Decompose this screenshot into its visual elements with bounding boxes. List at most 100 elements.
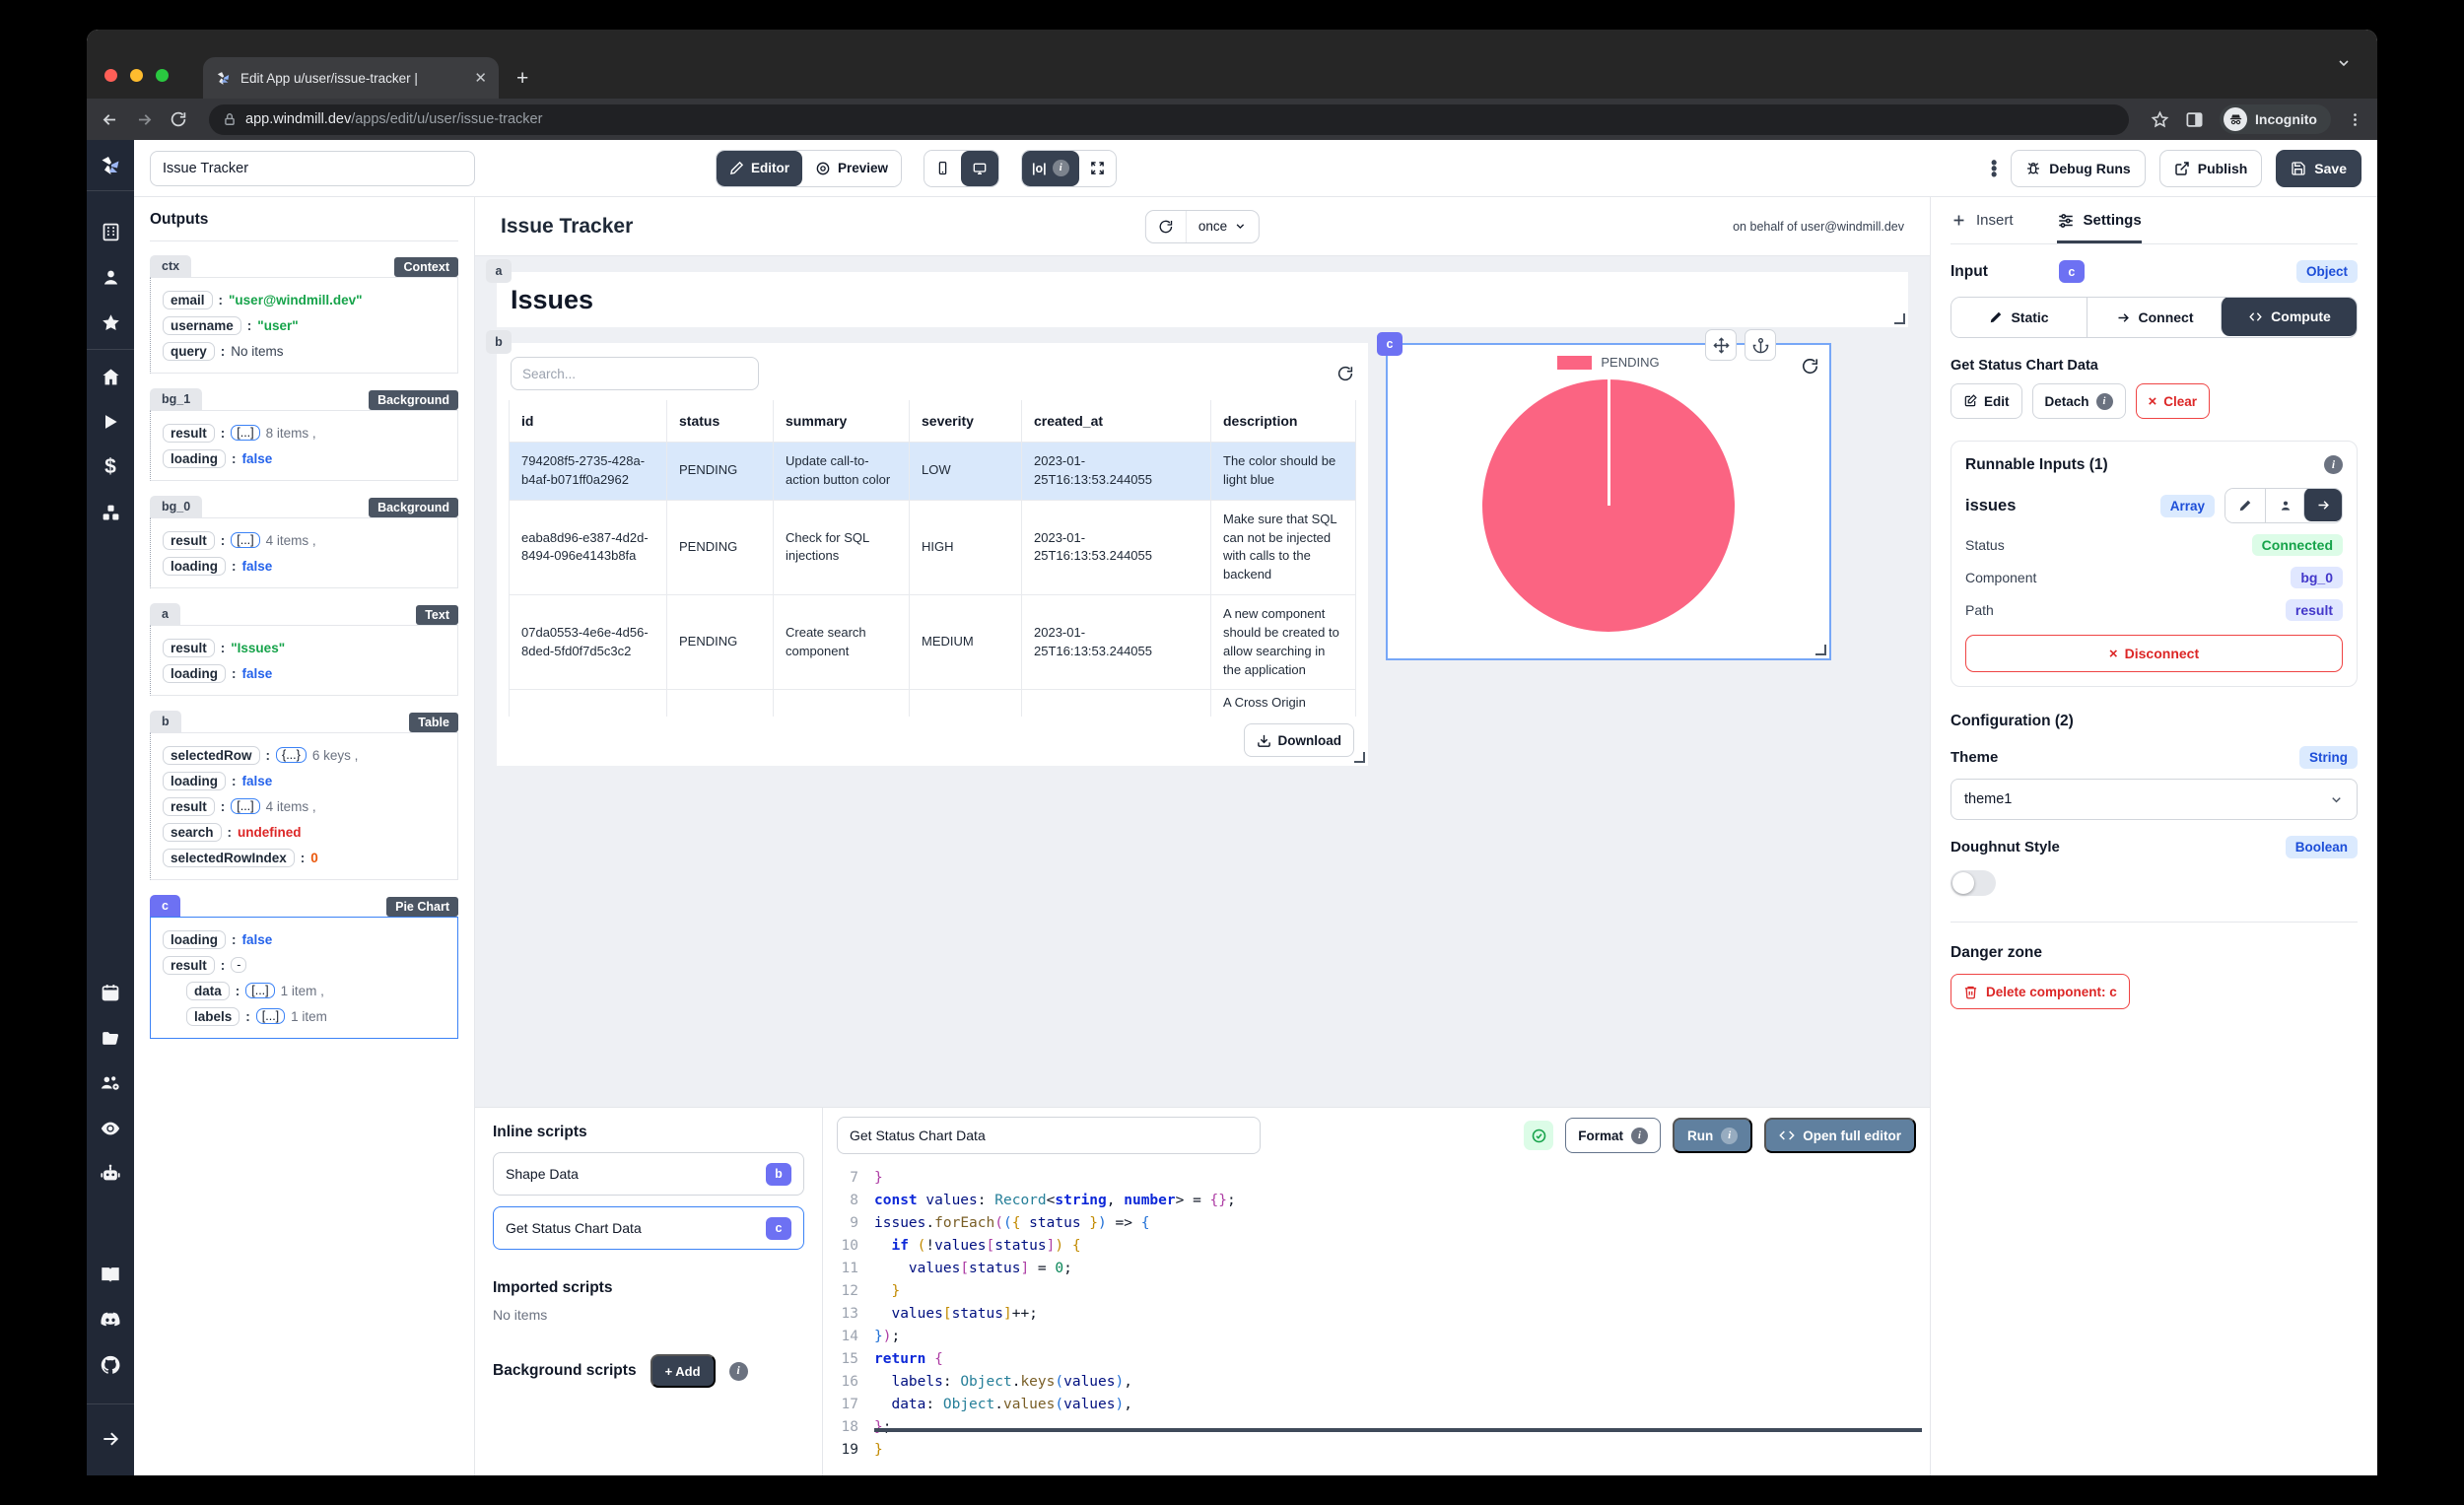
- schedules-calendar-icon[interactable]: [87, 970, 134, 1015]
- desktop-view-button[interactable]: [961, 151, 998, 186]
- output-component-tab[interactable]: bg_0: [150, 496, 202, 517]
- side-panel-icon[interactable]: [2185, 110, 2204, 129]
- inline-script-item[interactable]: Shape Data b: [493, 1152, 804, 1196]
- disconnect-button[interactable]: ×Disconnect: [1965, 635, 2343, 672]
- bookmark-star-icon[interactable]: [2151, 110, 2169, 129]
- output-key[interactable]: username: [163, 316, 241, 335]
- move-handle-icon[interactable]: [1705, 329, 1737, 361]
- windmill-logo[interactable]: [87, 140, 134, 191]
- docs-book-icon[interactable]: [87, 1252, 134, 1297]
- expand-chip[interactable]: [...]: [231, 532, 259, 548]
- table-row[interactable]: A Cross Origin: [510, 690, 1356, 717]
- window-controls[interactable]: [104, 69, 169, 82]
- folders-icon[interactable]: [87, 1015, 134, 1060]
- chart-refresh-icon[interactable]: [1801, 357, 1819, 376]
- download-button[interactable]: Download: [1244, 723, 1355, 757]
- tab-settings[interactable]: Settings: [2057, 197, 2142, 243]
- arg-static-button[interactable]: [2225, 489, 2265, 522]
- back-icon[interactable]: [101, 110, 119, 129]
- output-key[interactable]: labels: [186, 1007, 240, 1026]
- hide-panels-button[interactable]: |o| i: [1022, 151, 1079, 186]
- table-header-cell[interactable]: status: [667, 400, 774, 443]
- component-value-badge[interactable]: bg_0: [2291, 567, 2343, 588]
- variables-dollar-icon[interactable]: $: [87, 445, 134, 490]
- mode-connect-button[interactable]: Connect: [2087, 298, 2222, 337]
- audit-eye-icon[interactable]: [87, 1106, 134, 1151]
- table-row[interactable]: eaba8d96-e387-4d2d-8494-096e4143b8faPEND…: [510, 500, 1356, 594]
- script-name-input[interactable]: [837, 1117, 1261, 1154]
- add-background-script-button[interactable]: + Add: [650, 1354, 716, 1388]
- collapse-arrow-icon[interactable]: [87, 1416, 134, 1462]
- output-component-tab[interactable]: a: [150, 603, 180, 625]
- workspace-icon[interactable]: [87, 209, 134, 254]
- expand-chip[interactable]: {...}: [276, 747, 307, 763]
- edit-script-button[interactable]: Edit: [1951, 383, 2022, 419]
- arg-connect-button[interactable]: [2303, 488, 2343, 521]
- legend-label[interactable]: PENDING: [1601, 355, 1659, 370]
- save-button[interactable]: Save: [2276, 150, 2361, 187]
- fullscreen-button[interactable]: [1079, 151, 1116, 186]
- output-key[interactable]: query: [163, 342, 215, 361]
- address-bar[interactable]: app.windmill.dev/apps/edit/u/user/issue-…: [209, 104, 2129, 135]
- home-icon[interactable]: [87, 354, 134, 399]
- table-refresh-icon[interactable]: [1336, 365, 1354, 382]
- component-badge-a[interactable]: a: [486, 259, 512, 283]
- more-options-icon[interactable]: •••: [1991, 160, 1997, 177]
- table-header-cell[interactable]: severity: [910, 400, 1022, 443]
- runs-play-icon[interactable]: [87, 399, 134, 445]
- expand-chip[interactable]: [...]: [231, 798, 259, 814]
- discord-icon[interactable]: [87, 1297, 134, 1342]
- output-key[interactable]: loading: [163, 930, 226, 949]
- output-key[interactable]: email: [163, 291, 213, 309]
- refresh-mode-dropdown[interactable]: once: [1186, 211, 1259, 242]
- pie-chart-component-c[interactable]: c: [1386, 343, 1831, 660]
- output-key[interactable]: loading: [163, 664, 226, 683]
- app-name-input[interactable]: [150, 151, 475, 186]
- table-header-cell[interactable]: description: [1211, 400, 1356, 443]
- arg-user-button[interactable]: [2265, 489, 2304, 522]
- table-component-b[interactable]: b idstatussummaryseveritycreated_a: [497, 343, 1368, 766]
- minimize-window-button[interactable]: [130, 69, 143, 82]
- forward-icon[interactable]: [135, 110, 154, 129]
- horizontal-scrollbar[interactable]: [874, 1428, 1922, 1432]
- resources-boxes-icon[interactable]: [87, 490, 134, 535]
- component-badge-c[interactable]: c: [1377, 332, 1403, 356]
- table-header-cell[interactable]: summary: [774, 400, 910, 443]
- mobile-view-button[interactable]: [924, 151, 961, 186]
- tab-close-icon[interactable]: ✕: [474, 69, 487, 87]
- output-key[interactable]: result: [163, 531, 215, 550]
- user-icon[interactable]: [87, 254, 134, 300]
- table-row[interactable]: 07da0553-4e6e-4d56-8ded-5fd0f7d5c3c2PEND…: [510, 595, 1356, 690]
- output-key[interactable]: loading: [163, 557, 226, 576]
- groups-users-icon[interactable]: [87, 1060, 134, 1106]
- output-key[interactable]: selectedRow: [163, 746, 260, 765]
- expand-chip[interactable]: [...]: [231, 425, 259, 441]
- output-component-tab[interactable]: bg_1: [150, 388, 202, 410]
- expand-chip[interactable]: [...]: [256, 1008, 285, 1024]
- delete-component-button[interactable]: Delete component: c: [1951, 974, 2130, 1009]
- editor-tab[interactable]: Editor: [717, 151, 802, 186]
- clear-script-button[interactable]: ×Clear: [2136, 383, 2211, 419]
- tab-search-chevron-icon[interactable]: [2336, 55, 2352, 71]
- output-component-tab[interactable]: ctx: [150, 255, 191, 277]
- reload-icon[interactable]: [170, 110, 187, 128]
- table-row[interactable]: 794208f5-2735-428a-b4af-b071ff0a2962PEND…: [510, 443, 1356, 501]
- ai-robot-icon[interactable]: [87, 1151, 134, 1197]
- browser-menu-icon[interactable]: [2347, 111, 2363, 128]
- publish-button[interactable]: Publish: [2159, 150, 2263, 187]
- expand-chip[interactable]: [...]: [245, 983, 274, 998]
- output-key[interactable]: result: [163, 424, 215, 443]
- code-viewport[interactable]: 78910111213141516171819 }const values: R…: [823, 1163, 1930, 1475]
- new-tab-button[interactable]: +: [516, 67, 528, 91]
- table-header-cell[interactable]: id: [510, 400, 667, 443]
- mode-compute-button[interactable]: Compute: [2221, 297, 2358, 336]
- output-key[interactable]: data: [186, 982, 230, 1000]
- output-key[interactable]: loading: [163, 772, 226, 790]
- close-window-button[interactable]: [104, 69, 117, 82]
- open-full-editor-button[interactable]: Open full editor: [1764, 1118, 1916, 1153]
- expand-chip[interactable]: -: [231, 957, 246, 973]
- debug-runs-button[interactable]: Debug Runs: [2011, 150, 2145, 187]
- theme-select[interactable]: theme1: [1951, 779, 2358, 820]
- text-component-a[interactable]: a Issues: [497, 272, 1908, 327]
- github-icon[interactable]: [87, 1342, 134, 1388]
